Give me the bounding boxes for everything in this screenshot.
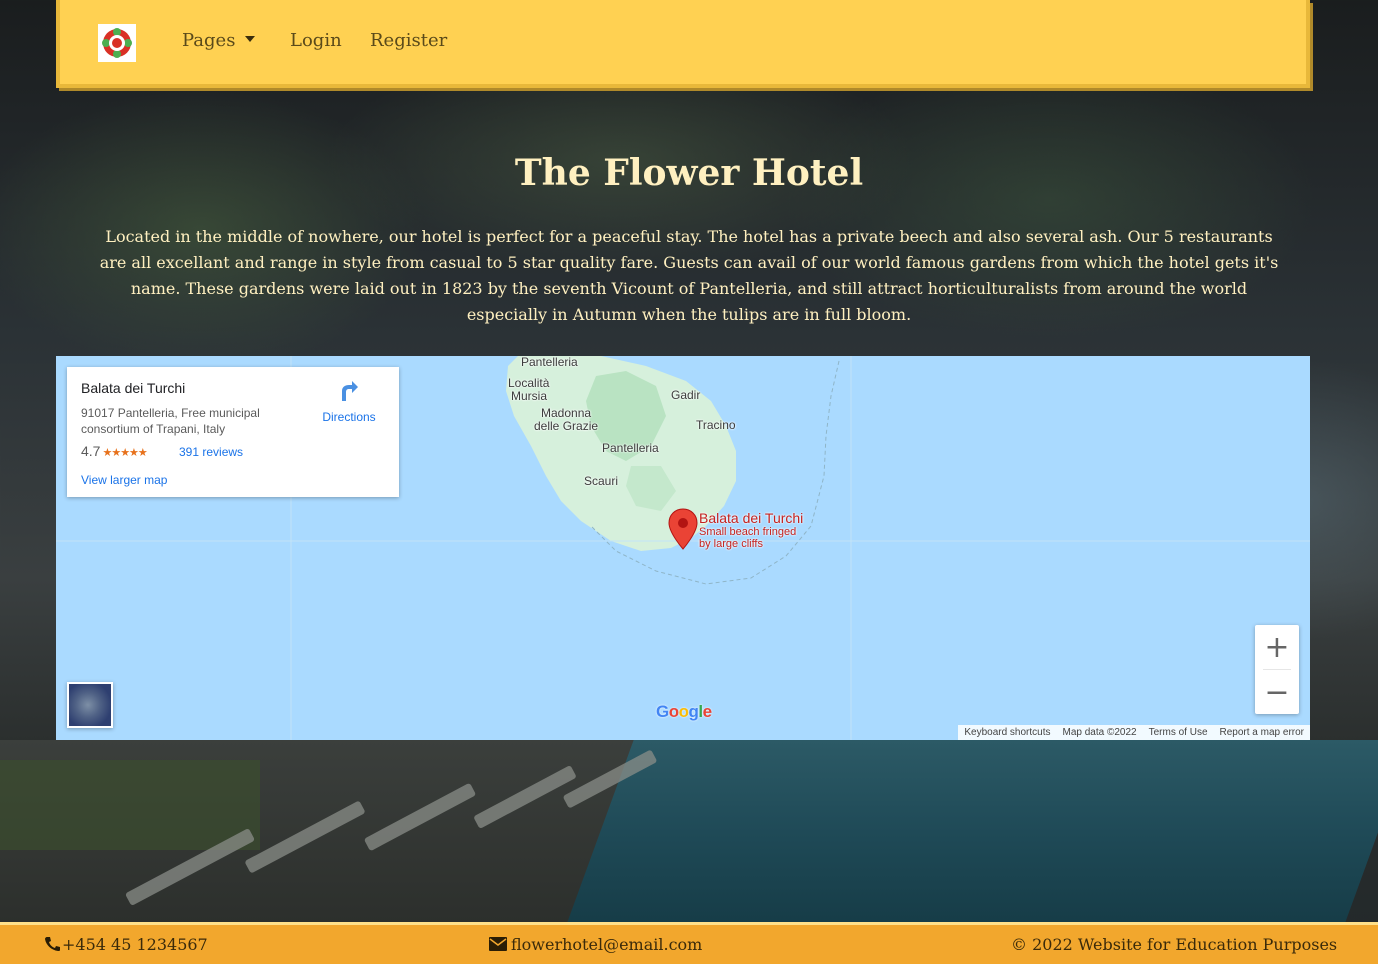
- google-logo-letter: g: [688, 702, 699, 721]
- keyboard-shortcuts-link[interactable]: Keyboard shortcuts: [958, 725, 1056, 740]
- flower-icon: [102, 28, 132, 58]
- reviews-link[interactable]: 391 reviews: [179, 445, 243, 459]
- nav-pages-label: Pages: [182, 30, 236, 51]
- map-pin-icon[interactable]: [668, 508, 698, 550]
- rating-value: 4.7: [81, 443, 101, 459]
- pin-description-line2: by large cliffs: [699, 538, 763, 550]
- map-data-text: Map data ©2022: [1062, 727, 1137, 738]
- zoom-controls: + −: [1255, 625, 1299, 714]
- footer: +454 45 1234567 flowerhotel@email.com © …: [0, 922, 1378, 964]
- map-label-mursia: Mursia: [511, 389, 548, 403]
- background-lawn: [0, 760, 260, 850]
- footer-phone: +454 45 1234567: [44, 935, 208, 954]
- nav-pages-dropdown[interactable]: Pages: [182, 30, 256, 51]
- report-map-error-link[interactable]: Report a map error: [1214, 725, 1310, 740]
- map-label-delle-grazie: delle Grazie: [534, 419, 599, 433]
- place-info-card: Balata dei Turchi 91017 Pantelleria, Fre…: [67, 367, 399, 497]
- satellite-toggle-button[interactable]: [67, 682, 113, 728]
- directions-icon: [342, 381, 358, 401]
- directions-label: Directions: [322, 410, 376, 424]
- map-label-gadir: Gadir: [671, 388, 701, 402]
- rating-stars-icon: ★★★★★: [102, 447, 147, 459]
- google-logo: Google: [656, 702, 712, 722]
- nav-login-link[interactable]: Login: [290, 30, 342, 51]
- place-address: 91017 Pantelleria, Free municipal consor…: [81, 406, 260, 436]
- map-label-pantelleria-top: Pantelleria: [521, 356, 578, 369]
- envelope-icon: [489, 937, 507, 951]
- map-attribution-bar: Keyboard shortcuts Map data ©2022 Terms …: [958, 725, 1310, 740]
- pin-label: Balata dei Turchi Small beach fringed by…: [699, 510, 819, 550]
- hero-description: Located in the middle of nowhere, our ho…: [99, 227, 1279, 324]
- google-logo-letter: e: [702, 702, 712, 721]
- logo[interactable]: [98, 24, 136, 62]
- place-rating: 4.7 ★★★★★: [81, 443, 148, 459]
- google-logo-letter: o: [678, 702, 689, 721]
- map-label-scauri: Scauri: [584, 474, 619, 488]
- google-logo-letter: o: [668, 702, 679, 721]
- phone-number: +454 45 1234567: [62, 935, 208, 954]
- view-larger-map-link[interactable]: View larger map: [81, 473, 167, 487]
- terms-of-use-link[interactable]: Terms of Use: [1143, 725, 1214, 740]
- pin-name: Balata dei Turchi: [699, 510, 804, 526]
- embedded-map[interactable]: Pantelleria Località Mursia Madonna dell…: [56, 356, 1310, 740]
- zoom-out-button[interactable]: −: [1255, 670, 1299, 714]
- caret-down-icon: [245, 36, 256, 42]
- nav-register-link[interactable]: Register: [370, 30, 447, 51]
- page-title: The Flower Hotel: [514, 152, 864, 194]
- zoom-in-button[interactable]: +: [1255, 625, 1299, 669]
- directions-button[interactable]: Directions: [319, 379, 379, 424]
- map-label-pantelleria-center: Pantelleria: [602, 441, 659, 455]
- navbar: Pages Login Register: [56, 0, 1310, 88]
- footer-copyright: © 2022 Website for Education Purposes: [1011, 935, 1338, 954]
- email-address: flowerhotel@email.com: [511, 935, 703, 954]
- phone-icon: [45, 937, 60, 951]
- map-label-tracino: Tracino: [696, 418, 736, 432]
- pin-description-line1: Small beach fringed: [699, 526, 797, 538]
- google-logo-letter: G: [656, 702, 669, 721]
- footer-email: flowerhotel@email.com: [489, 935, 702, 954]
- background-pool: [566, 740, 1378, 925]
- place-title: Balata dei Turchi: [81, 380, 186, 396]
